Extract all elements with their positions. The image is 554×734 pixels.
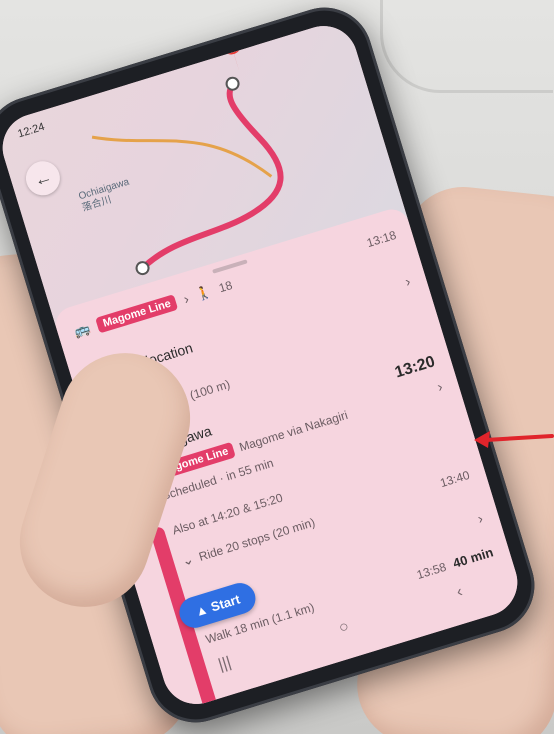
walk-icon: 🚶 xyxy=(193,283,214,303)
phone-screen: 12:24 ← Ochiaigawa 落合川 🚌 Magome Line › 🚶… xyxy=(0,17,526,713)
summary-line-pill: Magome Line xyxy=(95,294,179,334)
ride-arrive-time: 13:40 xyxy=(438,467,472,490)
photo-background: 12:24 ← Ochiaigawa 落合川 🚌 Magome Line › 🚶… xyxy=(0,0,554,734)
navigation-arrow-icon: ▲ xyxy=(193,601,210,620)
bus-icon: 🚌 xyxy=(72,320,93,340)
system-back-icon[interactable]: ‹ xyxy=(455,583,465,602)
chevron-right-icon: › xyxy=(181,290,191,308)
station-depart-time: 13:20 xyxy=(392,353,438,382)
start-label: Start xyxy=(209,591,242,615)
summary-arrive-time: 13:18 xyxy=(365,227,398,251)
stop-marker xyxy=(225,76,240,91)
recent-apps-icon[interactable]: ||| xyxy=(216,654,233,675)
chevron-right-icon: › xyxy=(435,378,445,395)
home-icon[interactable]: ○ xyxy=(337,618,352,638)
summary-walk-minutes: 18 xyxy=(217,277,235,296)
phone: 12:24 ← Ochiaigawa 落合川 🚌 Magome Line › 🚶… xyxy=(0,0,547,734)
annotation-arrow-icon xyxy=(474,431,554,448)
destination-pin-icon xyxy=(221,34,242,74)
trip-duration: 40 min xyxy=(451,544,495,571)
chevron-down-icon: ⌄ xyxy=(179,550,196,570)
walk-last-time: 13:58 xyxy=(414,559,448,582)
road-line xyxy=(91,135,273,178)
drag-handle[interactable] xyxy=(212,259,248,274)
